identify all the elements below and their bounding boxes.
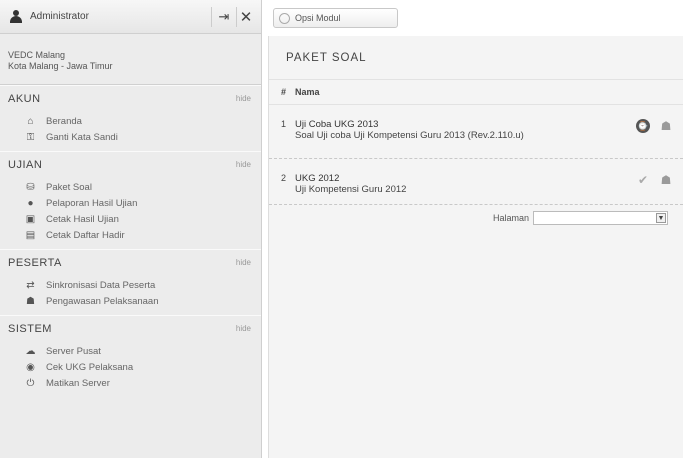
group-toggle[interactable]: hide bbox=[236, 324, 251, 333]
sidebar-item-label: Server Pusat bbox=[46, 345, 101, 357]
row-title: Uji Coba UKG 2013 bbox=[295, 119, 379, 130]
school-name: VEDC Malang bbox=[8, 50, 66, 60]
paket-soal-panel: PAKET SOAL # Nama 1 Uji Coba UKG 2013 So… bbox=[268, 36, 683, 458]
group-toggle[interactable]: hide bbox=[236, 258, 251, 267]
sidebar-item-label: Paket Soal bbox=[46, 181, 92, 193]
sidebar-item-paket-soal[interactable]: ⛁ Paket Soal bbox=[0, 179, 261, 195]
participants-icon[interactable]: ☗ bbox=[659, 119, 673, 133]
list-icon: ▤ bbox=[25, 229, 36, 241]
sidebar: Administrator ⇥ ✕ VEDC Malang Kota Malan… bbox=[0, 0, 262, 458]
table-row: 1 Uji Coba UKG 2013 Soal Uji coba Uji Ko… bbox=[269, 105, 683, 159]
cloud-icon: ☁ bbox=[25, 345, 36, 357]
row-subtitle: Uji Kompetensi Guru 2012 bbox=[295, 184, 407, 195]
sidebar-item-label: Cek UKG Pelaksana bbox=[46, 361, 134, 373]
group-ujian[interactable]: UJIAN hide bbox=[0, 151, 261, 177]
table-header: # Nama bbox=[269, 80, 683, 105]
row-title: UKG 2012 bbox=[295, 173, 340, 184]
group-title: AKUN bbox=[8, 92, 41, 105]
user-name[interactable]: Administrator bbox=[30, 11, 211, 22]
group-title: PESERTA bbox=[8, 256, 62, 269]
group-title: UJIAN bbox=[8, 158, 43, 171]
sidebar-item-pengawasan[interactable]: ☗ Pengawasan Pelaksanaan bbox=[0, 293, 261, 309]
close-icon[interactable]: ✕ bbox=[237, 7, 255, 27]
globe-icon: ● bbox=[27, 197, 34, 209]
sidebar-item-label: Beranda bbox=[46, 115, 82, 127]
sidebar-item-server-pusat[interactable]: ☁ Server Pusat bbox=[0, 343, 261, 359]
sidebar-item-label: Ganti Kata Sandi bbox=[46, 131, 118, 143]
sidebar-item-cek-ukg[interactable]: ◉ Cek UKG Pelaksana bbox=[0, 359, 261, 375]
sidebar-item-label: Pelaporan Hasil Ujian bbox=[46, 197, 138, 209]
sidebar-item-pelaporan[interactable]: ● Pelaporan Hasil Ujian bbox=[0, 195, 261, 211]
row-subtitle: Soal Uji coba Uji Kompetensi Guru 2013 (… bbox=[295, 130, 524, 141]
power-icon: ⏻ bbox=[26, 377, 35, 389]
panel-header: PAKET SOAL bbox=[269, 36, 683, 80]
page-select[interactable]: ▼ bbox=[533, 211, 668, 225]
sidebar-item-label: Cetak Daftar Hadir bbox=[46, 229, 125, 241]
sidebar-header: Administrator ⇥ ✕ bbox=[0, 0, 261, 34]
column-number: # bbox=[281, 87, 287, 97]
group-akun[interactable]: AKUN hide bbox=[0, 85, 261, 111]
group-title: SISTEM bbox=[8, 322, 52, 335]
pager-label: Halaman bbox=[492, 213, 529, 223]
table-row: 2 UKG 2012 Uji Kompetensi Guru 2012 ✔ ☗ bbox=[269, 159, 683, 205]
sidebar-item-beranda[interactable]: ⌂ Beranda bbox=[0, 113, 261, 129]
monitor-icon: ☗ bbox=[26, 295, 35, 307]
main-toolbar: Opsi Modul bbox=[263, 0, 684, 34]
opsi-modul-button[interactable]: Opsi Modul bbox=[273, 8, 398, 28]
check-circle-icon: ◉ bbox=[26, 361, 35, 373]
schedule-icon[interactable]: ⌚ bbox=[636, 119, 650, 133]
opsi-modul-label: Opsi Modul bbox=[295, 13, 341, 23]
page-title: PAKET SOAL bbox=[286, 51, 367, 64]
sidebar-item-label: Cetak Hasil Ujian bbox=[46, 213, 119, 225]
group-toggle[interactable]: hide bbox=[236, 160, 251, 169]
sidebar-item-cetak-daftar[interactable]: ▤ Cetak Daftar Hadir bbox=[0, 227, 261, 243]
sidebar-item-sinkronisasi[interactable]: ⇄ Sinkronisasi Data Peserta bbox=[0, 277, 261, 293]
school-city: Kota Malang - Jawa Timur bbox=[8, 61, 113, 71]
sidebar-item-label: Matikan Server bbox=[46, 377, 110, 389]
sidebar-item-label: Sinkronisasi Data Peserta bbox=[46, 279, 156, 291]
row-number: 2 bbox=[281, 173, 287, 183]
print-icon: ▣ bbox=[25, 213, 36, 225]
school-info: VEDC Malang Kota Malang - Jawa Timur bbox=[0, 34, 261, 85]
sidebar-item-ganti-kata-sandi[interactable]: ⚿ Ganti Kata Sandi bbox=[0, 129, 261, 145]
key-icon: ⚿ bbox=[26, 131, 35, 143]
chevron-down-icon[interactable]: ▼ bbox=[656, 213, 666, 223]
home-icon: ⌂ bbox=[27, 115, 34, 127]
package-icon: ⛁ bbox=[26, 181, 35, 193]
group-peserta[interactable]: PESERTA hide bbox=[0, 249, 261, 275]
sidebar-item-matikan-server[interactable]: ⏻ Matikan Server bbox=[0, 375, 261, 391]
check-icon[interactable]: ✔ bbox=[636, 173, 650, 187]
sidebar-item-label: Pengawasan Pelaksanaan bbox=[46, 295, 159, 307]
column-name: Nama bbox=[295, 87, 320, 97]
sidebar-item-cetak-hasil[interactable]: ▣ Cetak Hasil Ujian bbox=[0, 211, 261, 227]
participants-icon[interactable]: ☗ bbox=[659, 173, 673, 187]
user-icon bbox=[10, 9, 22, 24]
logout-icon[interactable]: ⇥ bbox=[211, 6, 237, 27]
gear-icon bbox=[279, 12, 290, 24]
row-number: 1 bbox=[281, 119, 287, 129]
sync-icon: ⇄ bbox=[26, 279, 35, 291]
pagination: Halaman ▼ bbox=[269, 205, 683, 231]
group-toggle[interactable]: hide bbox=[236, 94, 251, 103]
group-sistem[interactable]: SISTEM hide bbox=[0, 315, 261, 341]
